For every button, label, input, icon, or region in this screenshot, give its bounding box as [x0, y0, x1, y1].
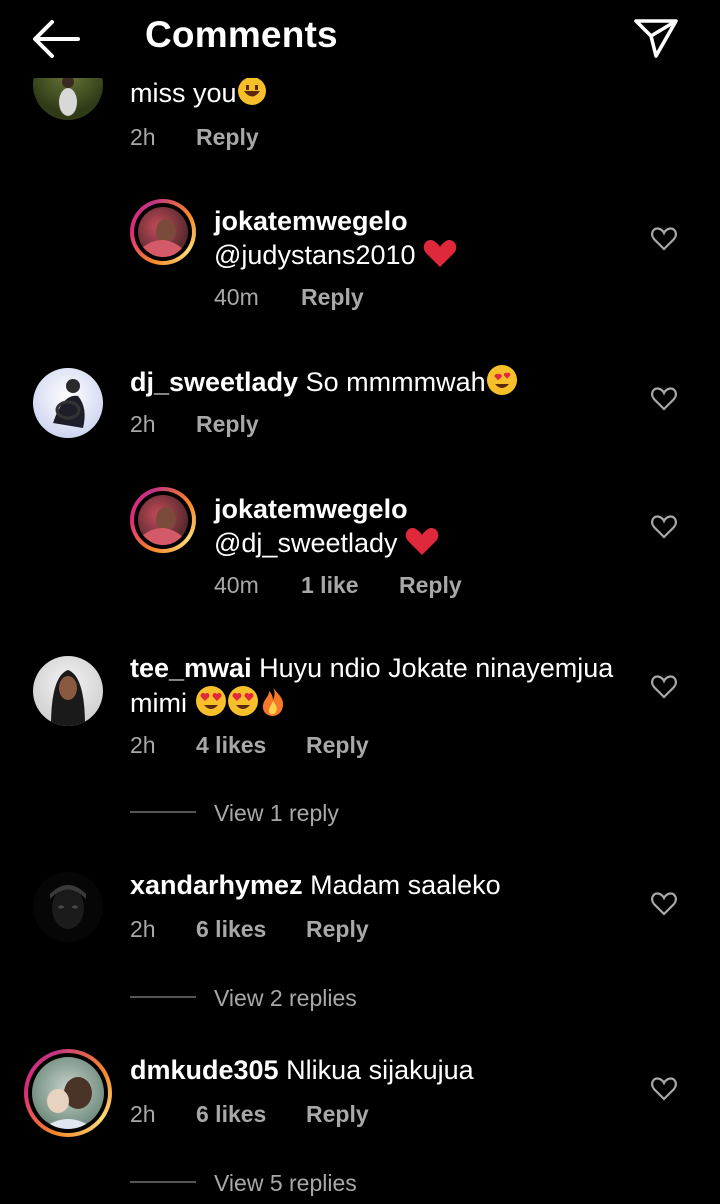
- view-replies-button[interactable]: View 5 replies: [214, 1170, 357, 1197]
- page-title: Comments: [145, 14, 338, 55]
- mention-link[interactable]: @judystans2010: [214, 240, 416, 270]
- timestamp: 40m: [214, 284, 259, 310]
- like-heart-icon[interactable]: [651, 892, 677, 916]
- like-heart-icon[interactable]: [651, 1077, 677, 1101]
- reply-button[interactable]: Reply: [196, 411, 259, 438]
- comment-meta: 40m 1 like Reply: [214, 572, 614, 602]
- comment-meta: 2h Reply: [130, 124, 530, 154]
- username[interactable]: dj_sweetlady: [130, 367, 298, 397]
- timestamp: 2h: [130, 916, 156, 942]
- heart-eyes-emoji-icon: [486, 364, 518, 404]
- like-heart-icon[interactable]: [651, 515, 677, 539]
- like-heart-icon[interactable]: [651, 387, 677, 411]
- timestamp: 2h: [130, 732, 156, 758]
- like-heart-icon[interactable]: [651, 227, 677, 251]
- story-ring-avatar[interactable]: [24, 1049, 112, 1137]
- reply-button[interactable]: Reply: [196, 124, 259, 151]
- likes-count[interactable]: 6 likes: [196, 916, 266, 943]
- mention-link[interactable]: @dj_sweetlady: [214, 528, 398, 558]
- username[interactable]: jokatemwegelo: [214, 206, 408, 236]
- likes-count[interactable]: 1 like: [301, 572, 359, 599]
- likes-count[interactable]: 4 likes: [196, 732, 266, 759]
- username[interactable]: xandarhymez: [130, 870, 303, 900]
- reply-button[interactable]: Reply: [301, 284, 364, 311]
- view-replies-button[interactable]: View 1 reply: [214, 800, 339, 827]
- avatar[interactable]: [33, 368, 103, 438]
- story-ring-avatar[interactable]: [130, 199, 196, 265]
- view-replies-divider: [130, 996, 196, 998]
- comment-text: dmkude305 Nlikua sijakujua: [130, 1055, 474, 1085]
- red-heart-emoji-icon: [423, 238, 457, 276]
- comment-text: jokatemwegelo @judystans2010: [214, 204, 457, 276]
- reply-button[interactable]: Reply: [306, 916, 369, 943]
- comment-text: tee_mwai Huyu ndio Jokate ninayemjua mim…: [130, 651, 630, 725]
- like-heart-icon[interactable]: [651, 675, 677, 699]
- comment-text: xandarhymez Madam saaleko: [130, 870, 501, 900]
- comment-meta: 2h 6 likes Reply: [130, 916, 530, 946]
- fire-emoji-icon: [259, 685, 287, 725]
- comment-text: miss you: [130, 76, 267, 114]
- reply-button[interactable]: Reply: [399, 572, 462, 599]
- heart-eyes-emoji-icon: [227, 685, 259, 725]
- red-heart-emoji-icon: [405, 526, 439, 564]
- comments-list[interactable]: miss you 2h Reply jokatemwegelo @judysta…: [0, 0, 720, 1204]
- view-replies-button[interactable]: View 2 replies: [214, 985, 357, 1012]
- top-bar: Comments: [0, 0, 720, 78]
- story-ring-avatar[interactable]: [130, 487, 196, 553]
- grinning-emoji-icon: [237, 76, 267, 114]
- comment-text: dj_sweetlady So mmmmwah: [130, 364, 518, 404]
- comment-meta: 2h Reply: [130, 411, 530, 441]
- heart-eyes-emoji-icon: [195, 685, 227, 725]
- paper-plane-icon[interactable]: [632, 16, 680, 60]
- username[interactable]: dmkude305: [130, 1055, 279, 1085]
- avatar[interactable]: [33, 872, 103, 942]
- username[interactable]: tee_mwai: [130, 653, 252, 683]
- comment-meta: 2h 6 likes Reply: [130, 1101, 530, 1131]
- timestamp: 40m: [214, 572, 259, 598]
- reply-button[interactable]: Reply: [306, 1101, 369, 1128]
- comment-meta: 2h 4 likes Reply: [130, 732, 530, 762]
- comment-text: jokatemwegelo @dj_sweetlady: [214, 492, 439, 564]
- reply-button[interactable]: Reply: [306, 732, 369, 759]
- view-replies-divider: [130, 1181, 196, 1183]
- arrow-left-icon[interactable]: [30, 18, 82, 60]
- view-replies-divider: [130, 811, 196, 813]
- comment-meta: 40m Reply: [214, 284, 614, 314]
- username[interactable]: jokatemwegelo: [214, 494, 408, 524]
- avatar[interactable]: [33, 656, 103, 726]
- timestamp: 2h: [130, 124, 156, 150]
- timestamp: 2h: [130, 1101, 156, 1127]
- timestamp: 2h: [130, 411, 156, 437]
- likes-count[interactable]: 6 likes: [196, 1101, 266, 1128]
